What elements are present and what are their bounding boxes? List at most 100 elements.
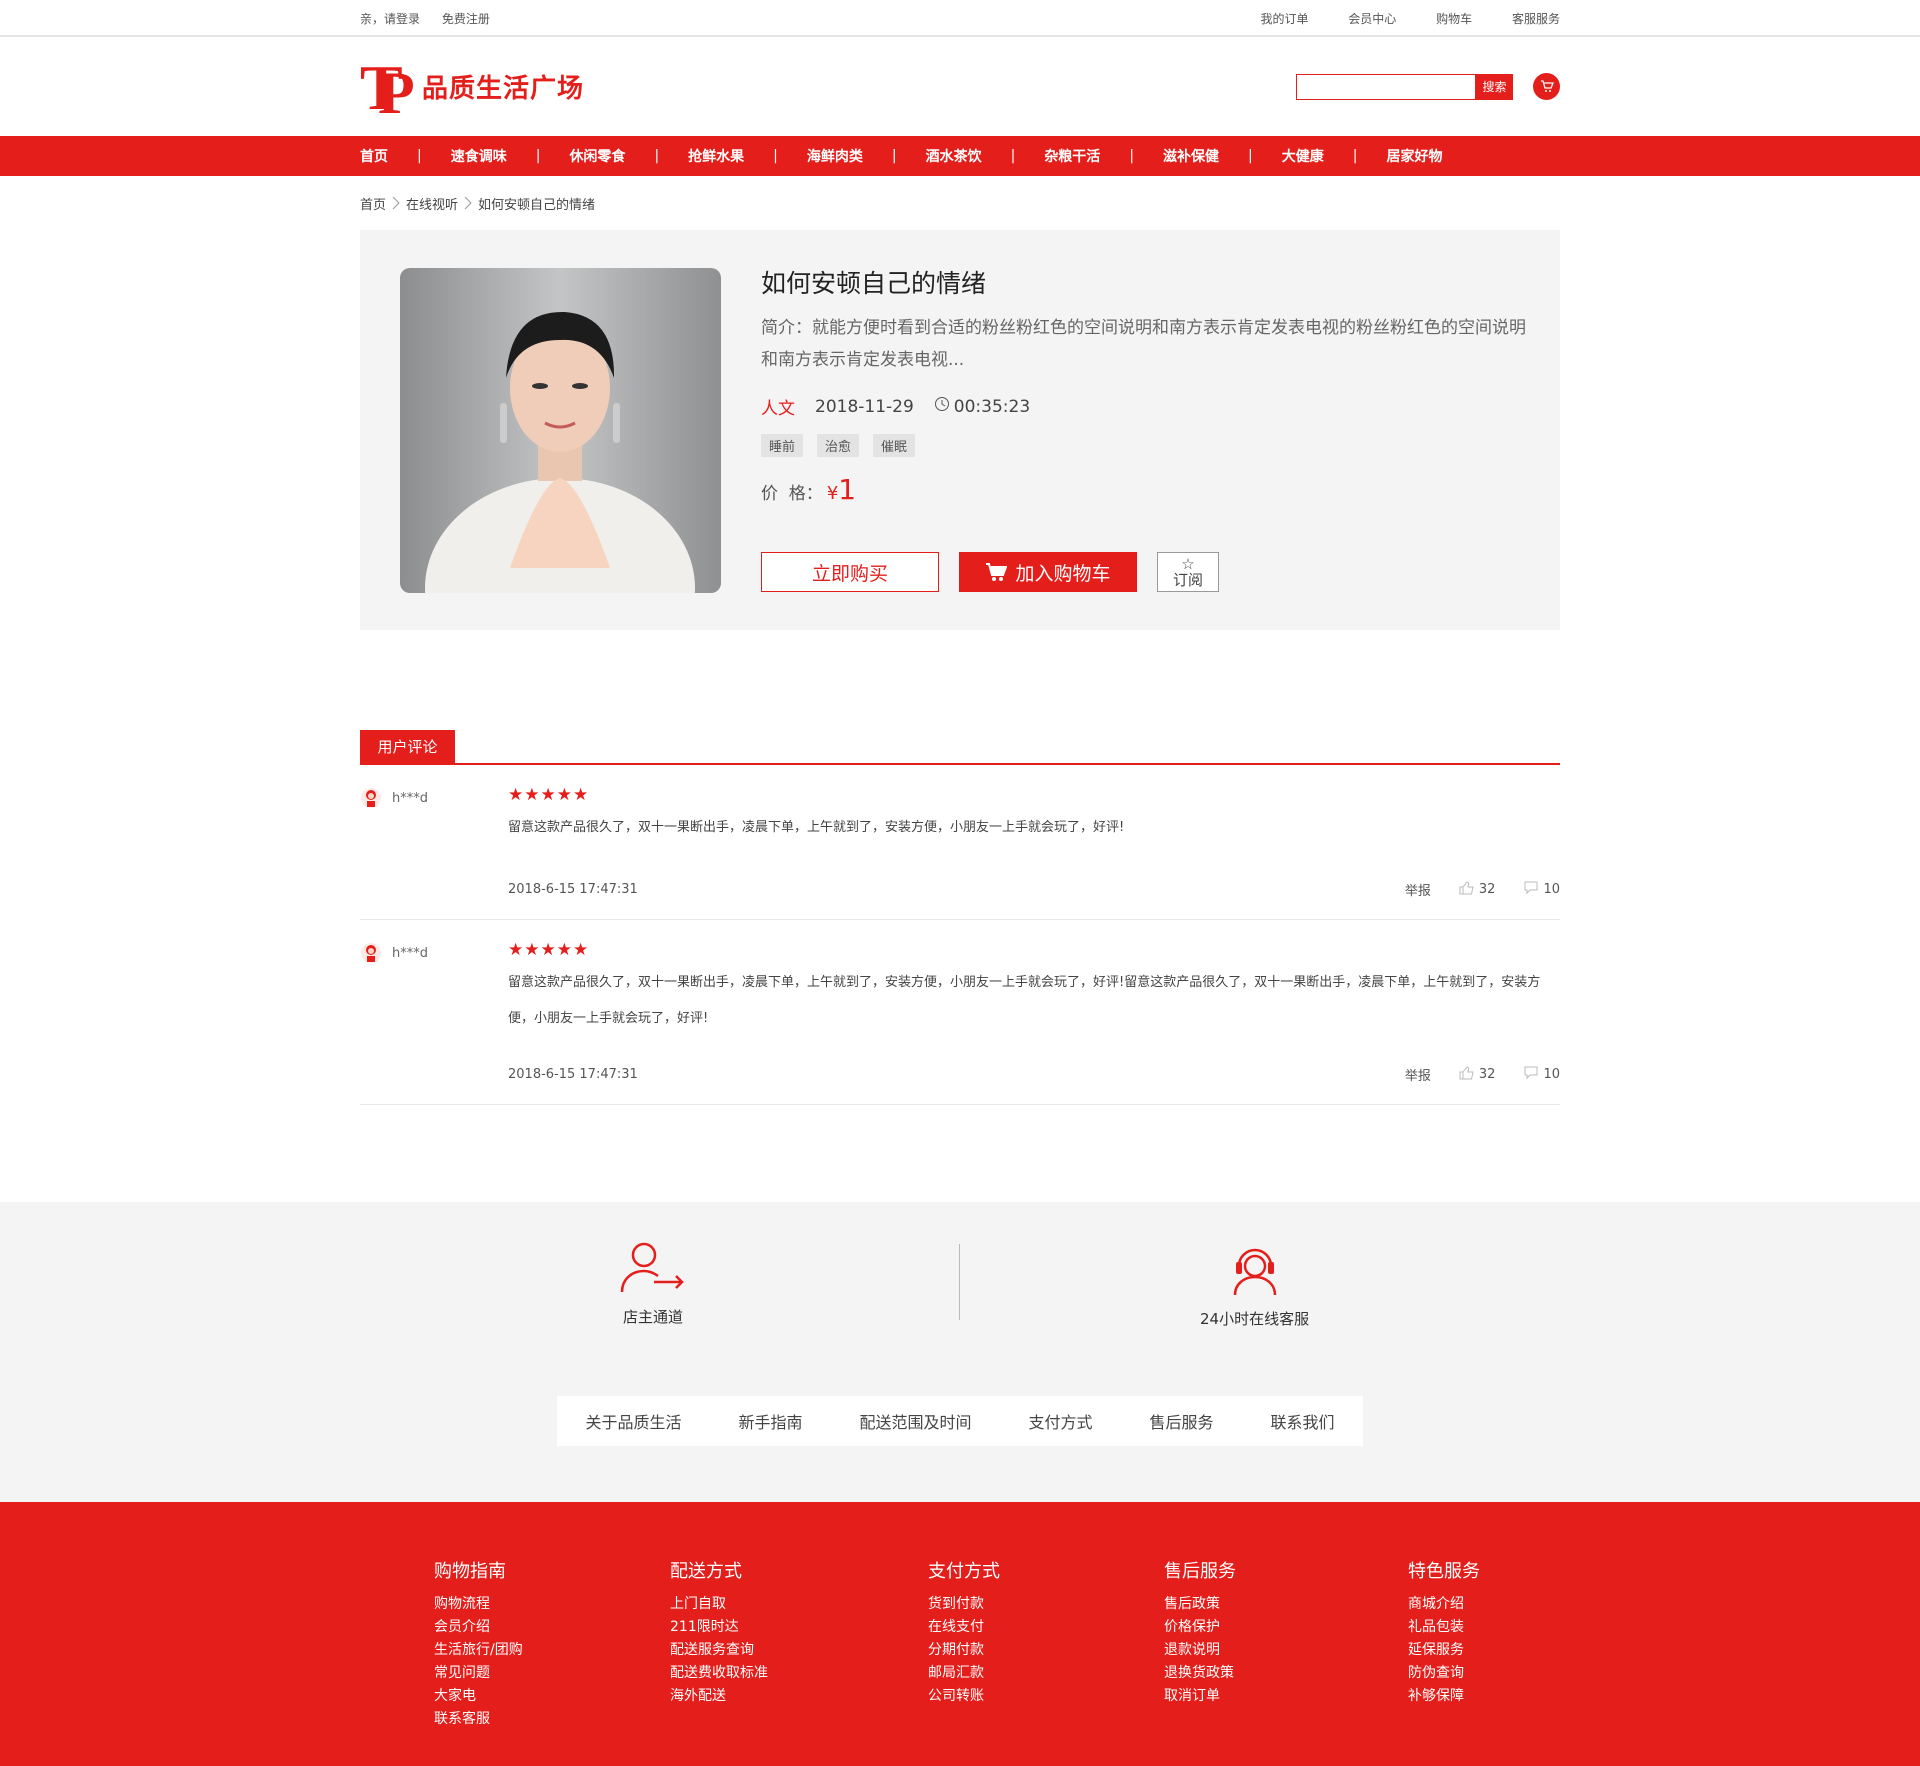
star-icon: ★ [508,785,524,805]
nav-item-tonics[interactable]: 滋补保健 [1163,146,1219,166]
footer-link[interactable]: 售后政策 [1164,1593,1236,1616]
product-photo [400,268,721,593]
footer-link[interactable]: 退换货政策 [1164,1662,1236,1685]
price-currency: ¥ [826,483,839,504]
footer-column-title: 支付方式 [928,1561,1000,1582]
tag[interactable]: 睡前 [761,434,804,457]
contact-link[interactable]: 联系我们 [1270,1409,1334,1433]
payment-link[interactable]: 支付方式 [1028,1409,1092,1433]
price: 价 格： ¥ 1 [761,473,1541,506]
comments-header: 用户评论 [360,730,1560,765]
nav-item-fruit[interactable]: 抢鲜水果 [688,146,744,166]
footer-link[interactable]: 常见问题 [434,1662,523,1685]
nav-item-instant-food[interactable]: 速食调味 [451,146,507,166]
tag[interactable]: 治愈 [817,434,860,457]
footer-column: 售后服务 售后政策 价格保护 退款说明 退换货政策 取消订单 [1164,1557,1236,1708]
footer-link[interactable]: 补够保障 [1408,1685,1480,1708]
cart-icon[interactable] [1533,73,1560,100]
footer-column-title: 售后服务 [1164,1561,1236,1582]
footer-link[interactable]: 货到付款 [928,1593,1000,1616]
report-link[interactable]: 举报 [1405,880,1431,899]
guide-link[interactable]: 新手指南 [738,1409,802,1433]
my-orders-link[interactable]: 我的订单 [1260,12,1308,26]
buy-now-button[interactable]: 立即购买 [761,552,939,592]
footer-link[interactable]: 退款说明 [1164,1639,1236,1662]
reply-icon [1523,881,1539,899]
footer-link[interactable]: 取消订单 [1164,1685,1236,1708]
logo[interactable]: T P 品质生活广场 [360,52,585,126]
subscribe-button[interactable]: ☆ 订阅 [1157,552,1219,592]
tag[interactable]: 催眠 [873,434,916,457]
product-date: 2018-11-29 [815,396,914,417]
footer-link[interactable]: 海外配送 [670,1685,768,1708]
product-duration-group: 00:35:23 [934,396,1030,417]
add-to-cart-button[interactable]: 加入购物车 [959,552,1137,592]
nav-item-grains[interactable]: 杂粮干活 [1044,146,1100,166]
footer-link[interactable]: 配送服务查询 [670,1639,768,1662]
footer-link[interactable]: 公司转账 [928,1685,1000,1708]
nav-item-home-goods[interactable]: 居家好物 [1386,146,1442,166]
footer: 购物指南 购物流程 会员介绍 生活旅行/团购 常见问题 大家电 联系客服 配送方… [0,1502,1920,1766]
footer-link[interactable]: 延保服务 [1408,1639,1480,1662]
service-strip: 店主通道 24小时在线客服 关于品质生活 新手指南 配送范围及时间 支付方式 售… [0,1202,1920,1502]
delivery-link[interactable]: 配送范围及时间 [859,1409,971,1433]
reply-button[interactable]: 10 [1523,1066,1560,1084]
nav-item-home[interactable]: 首页 [360,146,388,166]
rating-stars: ★ ★ ★ ★ ★ [508,787,1560,804]
footer-link[interactable]: 上门自取 [670,1593,768,1616]
footer-link[interactable]: 大家电 [434,1685,523,1708]
tag-list: 睡前 治愈 催眠 [761,434,1541,457]
footer-link[interactable]: 礼品包装 [1408,1616,1480,1639]
product-panel: 如何安顿自己的情绪 简介：就能方便时看到合适的粉丝粉红色的空间说明和南方表示肯定… [360,230,1560,630]
footer-link[interactable]: 联系客服 [434,1708,523,1731]
cart-link[interactable]: 购物车 [1436,12,1472,26]
reply-button[interactable]: 10 [1523,881,1560,899]
after-sales-link[interactable]: 售后服务 [1149,1409,1213,1433]
search-input[interactable] [1296,73,1476,100]
nav-item-snacks[interactable]: 休闲零食 [569,146,625,166]
breadcrumb-category[interactable]: 在线视听 [406,194,458,213]
search-bar: 搜索 [1296,73,1560,100]
breadcrumb-home[interactable]: 首页 [360,194,386,213]
divider [959,1244,960,1320]
nav-item-health[interactable]: 大健康 [1282,146,1324,166]
about-link[interactable]: 关于品质生活 [585,1409,681,1433]
footer-link[interactable]: 211限时达 [670,1616,768,1639]
online-support[interactable]: 24小时在线客服 [1200,1242,1309,1329]
nav-separator: | [1248,148,1253,164]
star-icon: ★ [556,785,572,805]
footer-link[interactable]: 购物流程 [434,1593,523,1616]
search-button[interactable]: 搜索 [1476,73,1513,100]
footer-link[interactable]: 分期付款 [928,1639,1000,1662]
star-icon: ★ [573,940,589,960]
price-value: 1 [838,473,857,506]
comment-user: h***d [360,787,428,809]
footer-link[interactable]: 配送费收取标准 [670,1662,768,1685]
footer-link[interactable]: 价格保护 [1164,1616,1236,1639]
customer-service-link[interactable]: 客服服务 [1512,12,1560,26]
star-icon: ★ [508,940,524,960]
logo-text: 品质生活广场 [422,74,585,104]
clock-icon [934,396,950,417]
nav-item-seafood[interactable]: 海鲜肉类 [807,146,863,166]
register-link[interactable]: 免费注册 [442,12,490,26]
login-link[interactable]: 亲，请登录 [360,12,420,26]
footer-link[interactable]: 邮局汇款 [928,1662,1000,1685]
footer-link[interactable]: 会员介绍 [434,1616,523,1639]
rating-stars: ★ ★ ★ ★ ★ [508,942,1560,959]
footer-link[interactable]: 生活旅行/团购 [434,1639,523,1662]
owner-channel[interactable]: 店主通道 [620,1242,686,1327]
nav-item-drinks[interactable]: 酒水茶饮 [926,146,982,166]
member-center-link[interactable]: 会员中心 [1348,12,1396,26]
footer-link[interactable]: 在线支付 [928,1616,1000,1639]
like-button[interactable]: 32 [1459,880,1495,899]
footer-link[interactable]: 商城介绍 [1408,1593,1480,1616]
like-button[interactable]: 32 [1459,1065,1495,1084]
tab-user-comments[interactable]: 用户评论 [360,730,455,763]
footer-link[interactable]: 防伪查询 [1408,1662,1480,1685]
comment-username[interactable]: h***d [392,791,428,806]
comment-time: 2018-6-15 17:47:31 [508,1067,638,1082]
product-category[interactable]: 人文 [761,394,795,419]
comment-username[interactable]: h***d [392,946,428,961]
report-link[interactable]: 举报 [1405,1065,1431,1084]
